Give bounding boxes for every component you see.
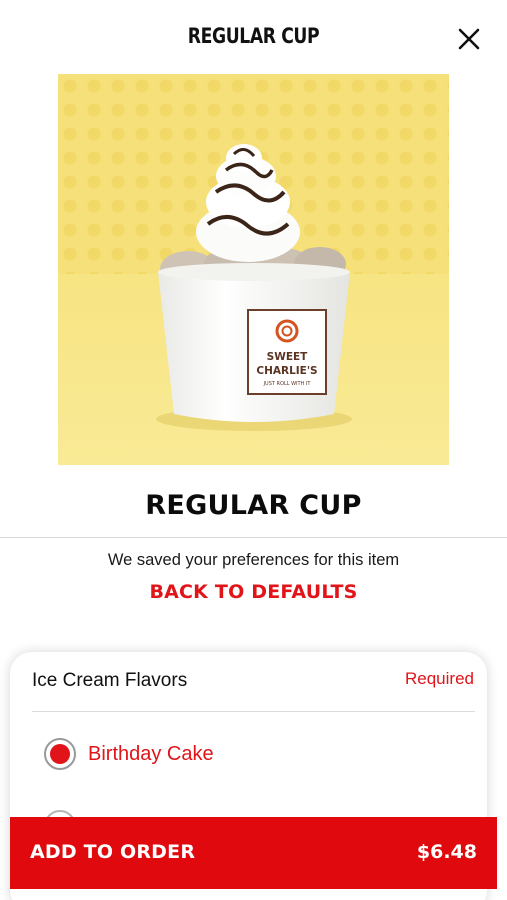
flavor-option-label: Birthday Cake bbox=[88, 742, 214, 765]
close-button[interactable] bbox=[452, 22, 486, 56]
flavor-option-birthday-cake[interactable]: Birthday Cake bbox=[44, 736, 214, 772]
required-badge: Required bbox=[405, 669, 474, 688]
svg-text:JUST ROLL WITH IT: JUST ROLL WITH IT bbox=[263, 381, 312, 387]
top-bar: REGULAR CUP bbox=[0, 0, 507, 76]
order-price: $6.48 bbox=[416, 841, 477, 863]
radio-dot bbox=[50, 744, 70, 764]
svg-text:SWEET: SWEET bbox=[267, 351, 308, 363]
back-to-defaults-link[interactable]: BACK TO DEFAULTS bbox=[0, 581, 507, 603]
close-icon[interactable] bbox=[452, 22, 486, 56]
cup-photo: SWEET CHARLIE'S JUST ROLL WITH IT bbox=[58, 74, 449, 465]
saved-preferences-note: We saved your preferences for this item bbox=[107, 551, 400, 569]
svg-text:CHARLIE'S: CHARLIE'S bbox=[256, 365, 317, 377]
header-title: REGULAR CUP bbox=[187, 24, 320, 48]
card-divider bbox=[32, 711, 475, 712]
product-title: REGULAR CUP bbox=[145, 490, 362, 521]
add-to-order-label: ADD TO ORDER bbox=[30, 841, 196, 863]
add-to-order-button[interactable]: ADD TO ORDER $6.48 bbox=[10, 817, 497, 889]
divider bbox=[0, 537, 507, 538]
radio-selected[interactable] bbox=[44, 738, 76, 770]
product-image: SWEET CHARLIE'S JUST ROLL WITH IT bbox=[58, 74, 449, 465]
section-title: Ice Cream Flavors bbox=[32, 670, 188, 691]
